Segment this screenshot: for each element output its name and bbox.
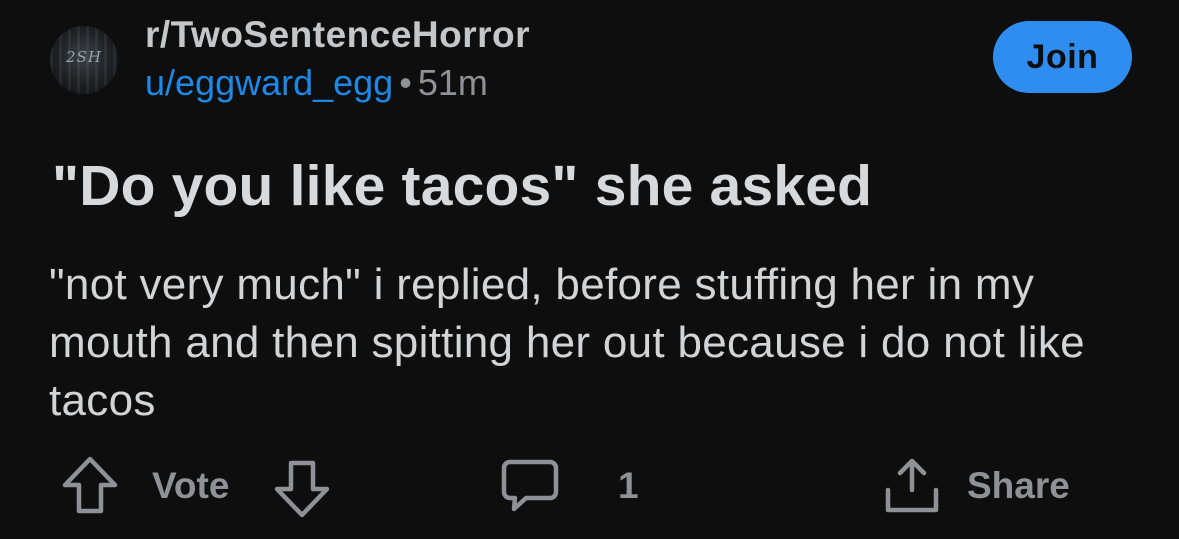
share-label[interactable]: Share bbox=[967, 465, 1070, 507]
subreddit-name[interactable]: r/TwoSentenceHorror bbox=[145, 14, 530, 56]
comment-count: 1 bbox=[618, 465, 639, 506]
meta-separator: • bbox=[399, 62, 412, 103]
arrow-down-icon[interactable] bbox=[272, 458, 332, 520]
post-body: "not very much" i replied, before stuffi… bbox=[49, 260, 1085, 425]
vote-label: Vote bbox=[152, 465, 230, 506]
share-tray-icon[interactable] bbox=[882, 456, 942, 518]
arrow-up-icon[interactable] bbox=[60, 454, 120, 516]
post-title[interactable]: "Do you like tacos" she asked bbox=[52, 153, 872, 219]
speech-bubble-icon[interactable] bbox=[500, 458, 560, 514]
avatar-mark: 2SH bbox=[66, 48, 102, 66]
author-link[interactable]: u/eggward_egg bbox=[145, 62, 393, 103]
post-age: 51m bbox=[417, 62, 488, 103]
post-meta: u/eggward_egg • 51m bbox=[145, 62, 488, 104]
join-button[interactable]: Join bbox=[993, 21, 1132, 93]
subreddit-avatar[interactable]: 2SH bbox=[50, 26, 118, 94]
